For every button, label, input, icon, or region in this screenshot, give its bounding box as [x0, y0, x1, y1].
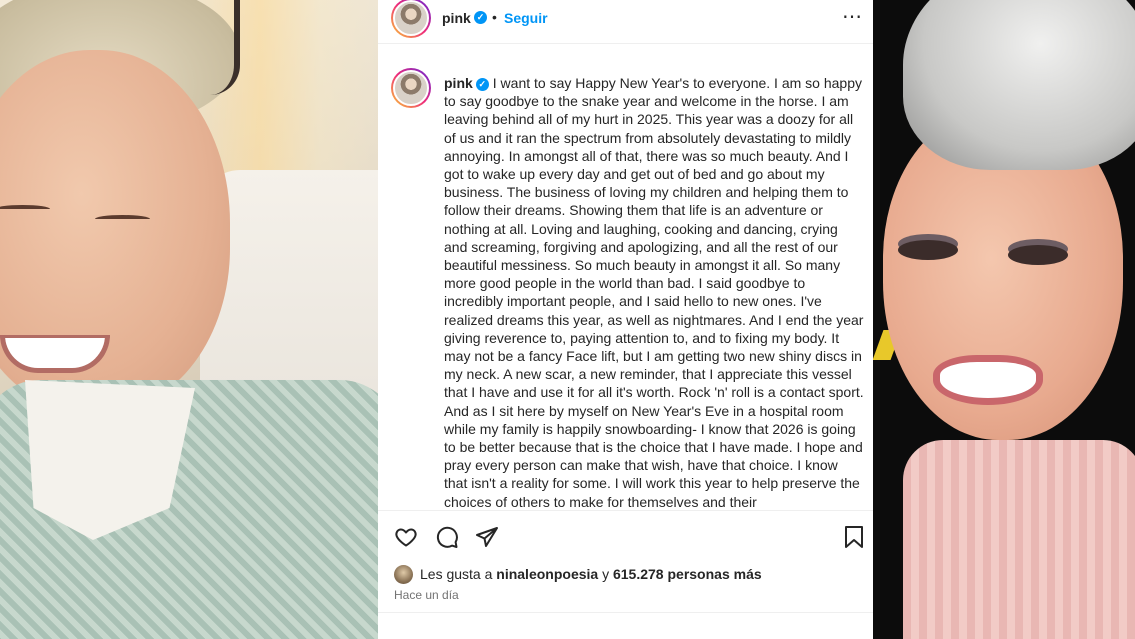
comment-icon[interactable] — [435, 525, 459, 549]
liker-avatar[interactable] — [394, 565, 413, 584]
caption-username[interactable]: pink — [444, 75, 473, 91]
left-photo-eye — [95, 215, 150, 223]
likes-text: Les gusta a ninaleonpoesia y 615.278 per… — [420, 566, 762, 582]
likes-prefix: Les gusta a — [420, 566, 493, 582]
post-timestamp[interactable]: Hace un día — [394, 588, 459, 602]
left-photo-glasses — [150, 0, 240, 95]
follow-button[interactable]: Seguir — [504, 10, 548, 26]
paper-plane-icon[interactable] — [475, 525, 499, 549]
post-caption: pink ✓ I want to say Happy New Year's to e… — [444, 74, 864, 510]
divider — [378, 612, 873, 613]
verified-badge-icon: ✓ — [474, 11, 487, 24]
caption-text: I want to say Happy New Year's to everyo… — [444, 75, 864, 510]
right-photo-hair — [903, 0, 1135, 170]
caption-avatar[interactable] — [391, 68, 431, 108]
post-username[interactable]: pink — [442, 10, 471, 26]
right-photo-eye — [1008, 245, 1068, 265]
heart-icon[interactable] — [394, 525, 418, 549]
separator-dot: • — [492, 9, 497, 25]
right-photo-grin — [933, 355, 1043, 405]
more-options-icon[interactable]: ⋯ — [842, 4, 863, 29]
bookmark-icon[interactable] — [843, 525, 865, 549]
liker-username[interactable]: ninaleonpoesia — [496, 566, 598, 582]
caption-section: pink ✓ I want to say Happy New Year's to e… — [378, 50, 873, 510]
right-photo-eye — [898, 240, 958, 260]
profile-avatar[interactable] — [391, 0, 431, 38]
post-header: pink ✓ • Seguir ⋯ — [378, 0, 873, 44]
action-bar — [378, 510, 873, 560]
likes-connector: y — [602, 566, 610, 582]
right-photo — [873, 0, 1135, 639]
left-photo — [0, 0, 378, 639]
instagram-post-panel: pink ✓ • Seguir ⋯ pink ✓ I want to say Hap… — [378, 0, 873, 639]
right-photo-pink-top — [903, 440, 1135, 639]
verified-badge-icon: ✓ — [475, 78, 489, 91]
likes-count[interactable]: 615.278 personas más — [613, 566, 762, 582]
